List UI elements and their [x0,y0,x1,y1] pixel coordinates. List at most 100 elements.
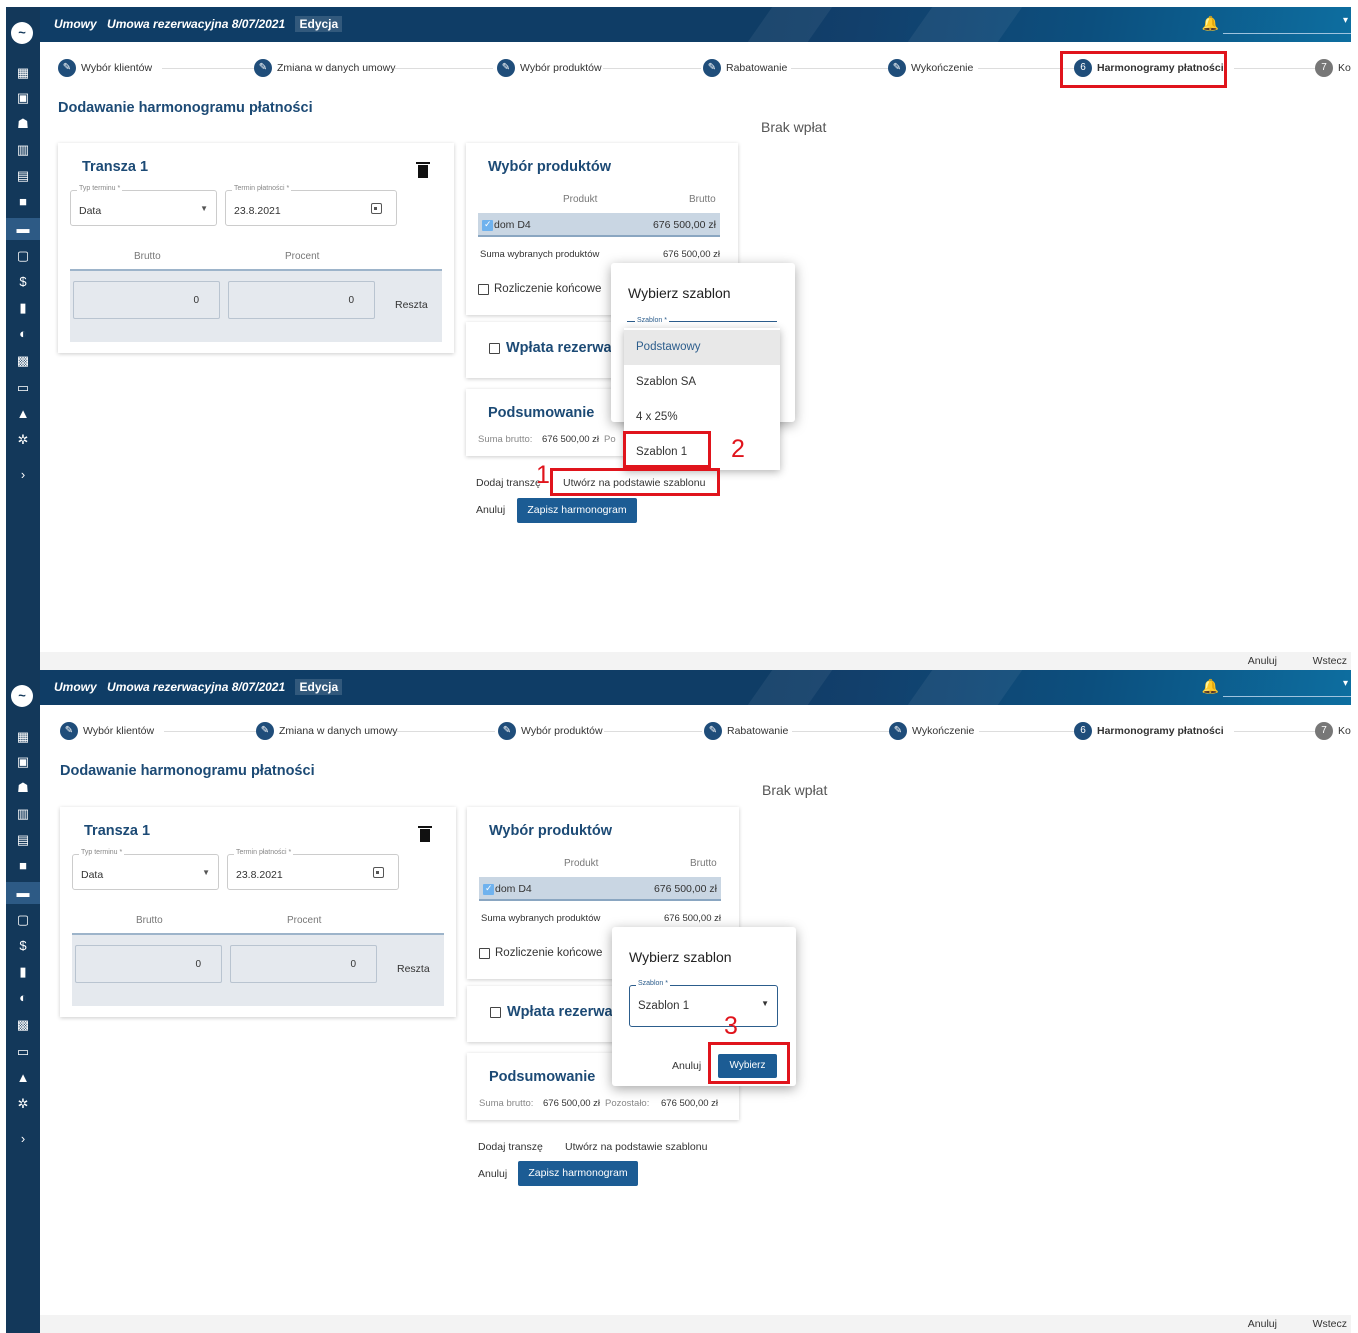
final-settlement-checkbox[interactable] [478,284,489,295]
reservation-checkbox[interactable] [490,1007,501,1018]
bar-chart-icon[interactable]: ▩ [6,1014,40,1036]
cancel-button[interactable]: Anuluj [476,504,505,516]
brutto-input[interactable]: 0 [75,945,222,983]
briefcase-icon[interactable]: ■ [6,855,40,877]
step-5[interactable]: ✎ Wykończenie [888,59,1076,77]
dialog-cancel-button[interactable]: Anuluj [672,1060,701,1072]
settings-icon[interactable]: ✲ [6,1093,40,1115]
step-7[interactable]: 7 Ko [1315,59,1351,77]
reszta-button[interactable]: Reszta [395,299,428,311]
step-7[interactable]: 7 Ko [1315,722,1351,740]
dollar-icon[interactable]: $ [6,935,40,957]
option-szablon-sa[interactable]: Szablon SA [624,365,780,400]
option-4x25[interactable]: 4 x 25% [624,400,780,435]
step-2[interactable]: ✎ Zmiana w danych umowy [254,59,493,77]
people-icon[interactable]: ☗ [6,113,40,135]
dashboard-icon[interactable]: ▦ [6,62,40,84]
product-checkbox[interactable] [482,219,493,231]
product-row[interactable]: dom D4 676 500,00 zł [479,877,721,901]
chevron-right-icon[interactable]: › [6,1128,40,1150]
user-select[interactable] [1223,33,1351,34]
dialog-title: Wybierz szablon [629,949,732,965]
product-row[interactable]: dom D4 676 500,00 zł [478,213,720,237]
footer-cancel-button[interactable]: Anuluj [1248,1318,1277,1330]
warning-icon[interactable]: ▲ [6,1067,40,1089]
reszta-button[interactable]: Reszta [397,963,430,975]
pie-chart-icon[interactable]: ◐ [6,323,40,345]
document-icon[interactable]: ▮ [6,961,40,983]
inbox-icon[interactable]: ▢ [6,909,40,931]
calendar-icon[interactable]: ▣ [6,751,40,773]
breadcrumb-root[interactable]: Umowy [54,17,97,31]
term-type-select[interactable]: Typ terminu * Data ▼ [72,849,219,890]
dollar-icon[interactable]: $ [6,271,40,293]
calendar-icon[interactable] [371,203,382,214]
procent-input[interactable]: 0 [228,281,375,319]
procent-input[interactable]: 0 [230,945,377,983]
calendar-icon[interactable]: ▣ [6,87,40,109]
bell-icon[interactable]: 🔔 [1202,15,1219,32]
document-icon[interactable]: ▮ [6,297,40,319]
card-icon[interactable]: ▭ [6,1041,40,1063]
footer-back-button[interactable]: Wstecz [1313,655,1347,667]
dashboard-icon[interactable]: ▦ [6,726,40,748]
breadcrumb-contract[interactable]: Umowa rezerwacyjna 8/07/2021 [107,17,285,31]
annotation-box-confirm [708,1042,790,1084]
folder-icon[interactable]: ▬ [6,218,40,240]
building-icon[interactable]: ▥ [6,139,40,161]
trash-icon[interactable] [418,826,432,842]
store-icon[interactable]: ▤ [6,829,40,851]
building-icon[interactable]: ▥ [6,803,40,825]
folder-icon[interactable]: ▬ [6,882,40,904]
dialog-title: Wybierz szablon [628,285,731,301]
bell-icon[interactable]: 🔔 [1202,678,1219,695]
people-icon[interactable]: ☗ [6,777,40,799]
add-tranche-button[interactable]: Dodaj transzę [478,1141,543,1153]
final-settlement-checkbox[interactable] [479,948,490,959]
breadcrumb-root[interactable]: Umowy [54,680,97,694]
breadcrumb-contract[interactable]: Umowa rezerwacyjna 8/07/2021 [107,680,285,694]
calendar-icon[interactable] [373,867,384,878]
briefcase-icon[interactable]: ■ [6,191,40,213]
pie-chart-icon[interactable]: ◐ [6,987,40,1009]
user-select[interactable] [1223,696,1351,697]
inbox-icon[interactable]: ▢ [6,245,40,267]
cancel-button[interactable]: Anuluj [478,1168,507,1180]
app-logo-icon[interactable]: ~ [11,22,33,44]
template-select[interactable]: Szablon * Szablon 1 ▼ [629,980,778,1027]
warning-icon[interactable]: ▲ [6,403,40,425]
step-4[interactable]: ✎ Rabatowanie [703,59,889,77]
brutto-input[interactable]: 0 [73,281,220,319]
col-procent: Procent [285,251,320,262]
term-type-select[interactable]: Typ terminu * Data ▼ [70,185,217,226]
card-icon[interactable]: ▭ [6,377,40,399]
option-podstawowy[interactable]: Podstawowy [624,330,780,365]
save-schedule-button[interactable]: Zapisz harmonogram [518,1161,638,1186]
footer-cancel-button[interactable]: Anuluj [1248,655,1277,667]
step-6[interactable]: 6 Harmonogramy płatności [1074,722,1324,740]
product-checkbox[interactable] [483,883,494,895]
trash-icon[interactable] [416,162,430,178]
footer-back-button[interactable]: Wstecz [1313,1318,1347,1330]
step-5[interactable]: ✎ Wykończenie [889,722,1077,740]
step-2[interactable]: ✎ Zmiana w danych umowy [256,722,495,740]
add-tranche-button[interactable]: Dodaj transzę [476,477,541,489]
bar-chart-icon[interactable]: ▩ [6,350,40,372]
step-1[interactable]: ✎ Wybór klientów [60,722,258,740]
chevron-right-icon[interactable]: › [6,464,40,486]
chevron-down-icon[interactable]: ▾ [1343,678,1348,689]
store-icon[interactable]: ▤ [6,165,40,187]
reservation-checkbox[interactable] [489,343,500,354]
due-date-field[interactable]: Termin płatności * 23.8.2021 [227,849,399,890]
step-3[interactable]: ✎ Wybór produktów [498,722,702,740]
settings-icon[interactable]: ✲ [6,429,40,451]
step-3[interactable]: ✎ Wybór produktów [497,59,701,77]
app-logo-icon[interactable]: ~ [11,685,33,707]
from-template-button[interactable]: Utwórz na podstawie szablonu [565,1141,707,1153]
chevron-down-icon[interactable]: ▾ [1343,15,1348,26]
step-1[interactable]: ✎ Wybór klientów [58,59,256,77]
col-product: Produkt [563,194,598,205]
save-schedule-button[interactable]: Zapisz harmonogram [517,498,637,523]
due-date-field[interactable]: Termin płatności * 23.8.2021 [225,185,397,226]
step-4[interactable]: ✎ Rabatowanie [704,722,890,740]
